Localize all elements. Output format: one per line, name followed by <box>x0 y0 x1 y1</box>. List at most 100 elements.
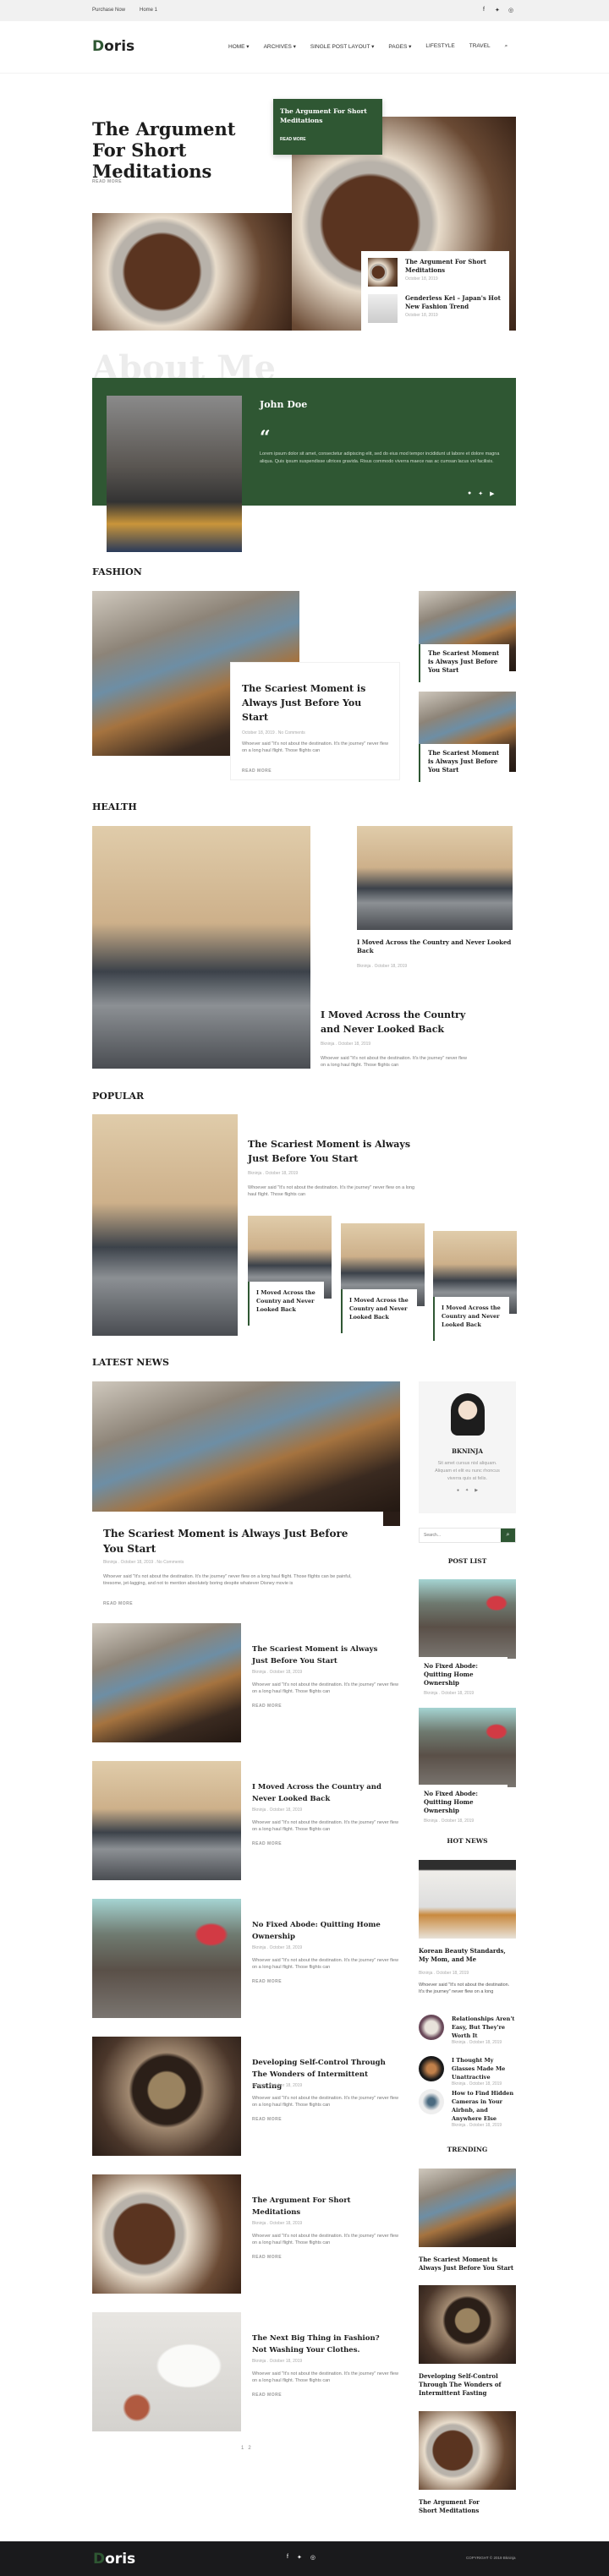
card-title: I Moved Across the Country and Never Loo… <box>341 1289 417 1333</box>
card-read-more[interactable]: READ MORE <box>242 768 388 774</box>
health-main-title[interactable]: I Moved Across the Country and Never Loo… <box>321 1008 481 1036</box>
twitter-icon[interactable]: ✦ <box>478 490 483 497</box>
health-main-image[interactable] <box>92 826 310 1069</box>
nav-lifestyle[interactable]: LIFESTYLE <box>425 43 454 50</box>
post-list-image[interactable] <box>419 1708 516 1787</box>
hero-featured-box[interactable]: The Argument For Short Meditations READ … <box>273 99 382 155</box>
twitter-icon[interactable]: ✦ <box>465 1488 469 1493</box>
health-side-title[interactable]: I Moved Across the Country and Never Loo… <box>357 938 513 955</box>
hot-news-title[interactable]: Korean Beauty Standards, My Mom, and Me <box>419 1947 516 1964</box>
hot-news-item[interactable]: I Thought My Glasses Made Me Unattractiv… <box>419 2056 516 2087</box>
page-1[interactable]: 1 <box>241 2446 244 2451</box>
item-meta: Bkninja . October 18, 2019 <box>252 1670 303 1675</box>
hot-news-item[interactable]: Relationships Aren't Easy, But They're W… <box>419 2015 516 2045</box>
latest-main-image[interactable] <box>92 1381 400 1512</box>
youtube-icon[interactable]: ▶ <box>475 1488 478 1493</box>
item-image <box>92 2312 241 2431</box>
youtube-icon[interactable]: ▶ <box>490 490 494 497</box>
copyright: COPYRIGHT © 2019 Bkninja <box>466 2556 516 2560</box>
popular-main-title[interactable]: The Scariest Moment is Always Just Befor… <box>248 1137 417 1166</box>
side-item-title: The Argument For Short Meditations <box>405 258 487 274</box>
nav-pages[interactable]: PAGES ▾ <box>388 43 411 50</box>
trending-image[interactable] <box>419 2169 516 2247</box>
facebook-icon[interactable]: f <box>483 7 485 13</box>
page-2[interactable]: 2 <box>248 2446 250 2451</box>
facebook-icon[interactable]: ● <box>468 490 471 497</box>
instagram-icon[interactable]: ◎ <box>310 2554 315 2561</box>
item-read-more[interactable]: READ MORE <box>252 2117 282 2122</box>
thumb <box>419 2015 444 2040</box>
card-title: I Moved Across the Country and Never Loo… <box>248 1282 324 1326</box>
nav-single-post-layout[interactable]: SINGLE POST LAYOUT ▾ <box>310 43 375 50</box>
search-button[interactable]: ⌕ <box>501 1529 515 1542</box>
item-read-more[interactable]: READ MORE <box>252 1979 282 1984</box>
featured-read-more[interactable]: READ MORE <box>280 137 376 142</box>
pagination: 12 <box>241 2446 251 2451</box>
logo[interactable]: Doris <box>92 38 134 55</box>
list-item[interactable]: No Fixed Abode: Quitting Home Ownership … <box>92 1899 401 2018</box>
health-side-image[interactable] <box>357 826 513 930</box>
item-read-more[interactable]: READ MORE <box>252 1704 282 1709</box>
list-item[interactable]: The Scariest Moment is Always Just Befor… <box>92 1623 401 1742</box>
post-list-title[interactable]: No Fixed Abode: Quitting Home Ownership <box>419 1785 508 1815</box>
hot-news-image[interactable] <box>419 1860 516 1939</box>
section-heading-fashion: FASHION <box>92 566 142 577</box>
section-heading-popular: POPULAR <box>92 1091 145 1102</box>
popular-card[interactable]: I Moved Across the Country and Never Loo… <box>341 1223 425 1333</box>
post-list-image[interactable] <box>419 1579 516 1659</box>
home-1-link[interactable]: Home 1 <box>140 8 157 13</box>
side-item[interactable]: Genderless Kei – Japan's Hot New Fashion… <box>368 294 502 323</box>
item-read-more[interactable]: READ MORE <box>252 2393 282 2398</box>
main-nav: HOME ▾ ARCHIVES ▾ SINGLE POST LAYOUT ▾ P… <box>228 43 508 50</box>
instagram-icon[interactable]: ◎ <box>508 7 513 14</box>
side-item-title: Genderless Kei – Japan's Hot New Fashion… <box>405 294 501 310</box>
popular-main-image[interactable] <box>92 1114 238 1336</box>
hot-news-excerpt: Whoever said "It's not about the destina… <box>419 1983 510 1994</box>
trending-title[interactable]: Developing Self-Control Through The Wond… <box>419 2372 503 2398</box>
latest-main-read-more[interactable]: READ MORE <box>103 1601 133 1606</box>
fashion-side-title[interactable]: The Scariest Moment is Always Just Befor… <box>419 744 509 782</box>
search-icon[interactable]: ⌕ <box>505 43 508 50</box>
facebook-icon[interactable]: f <box>287 2554 288 2561</box>
profile-social: ● ✦ ▶ <box>419 1488 516 1493</box>
latest-main-title[interactable]: The Scariest Moment is Always Just Befor… <box>103 1526 357 1556</box>
hot-news-item[interactable]: How to Find Hidden Cameras in Your Airbn… <box>419 2089 516 2128</box>
trending-image[interactable] <box>419 2285 516 2364</box>
popular-card[interactable]: I Moved Across the Country and Never Loo… <box>433 1231 517 1341</box>
item-title: The Scariest Moment is Always Just Befor… <box>252 1645 378 1665</box>
trending-title[interactable]: The Argument For Short Meditations <box>419 2498 495 2515</box>
item-read-more[interactable]: READ MORE <box>252 2255 282 2260</box>
nav-home[interactable]: HOME ▾ <box>228 43 250 50</box>
card-excerpt: Whoever said "It's not about the destina… <box>242 741 388 753</box>
popular-card[interactable]: I Moved Across the Country and Never Loo… <box>248 1216 332 1326</box>
nav-archives[interactable]: ARCHIVES ▾ <box>264 43 296 50</box>
item-image <box>92 1899 241 2018</box>
twitter-icon[interactable]: ✦ <box>297 2554 302 2561</box>
hero-read-more[interactable]: READ MORE <box>92 179 122 184</box>
fashion-main-card[interactable]: The Scariest Moment is Always Just Befor… <box>230 662 400 780</box>
item-meta: Bkninja . October 18, 2019 <box>452 2040 502 2045</box>
popular-main-meta: Bkninja . October 18, 2019 <box>248 1171 299 1176</box>
trending-title[interactable]: The Scariest Moment is Always Just Befor… <box>419 2256 516 2272</box>
item-read-more[interactable]: READ MORE <box>252 1841 282 1846</box>
nav-travel[interactable]: TRAVEL <box>469 43 491 50</box>
post-list-title[interactable]: No Fixed Abode: Quitting Home Ownership <box>419 1657 508 1687</box>
purchase-now-link[interactable]: Purchase Now <box>92 8 125 13</box>
trending-image[interactable] <box>419 2411 516 2490</box>
search-input[interactable] <box>420 1529 501 1542</box>
side-item[interactable]: The Argument For Short Meditations Octobe… <box>368 258 502 287</box>
item-title: The Next Big Thing in Fashion? Not Washi… <box>252 2334 380 2354</box>
hero-title[interactable]: The Argument For Short Meditations <box>92 118 261 182</box>
facebook-icon[interactable]: ● <box>457 1488 459 1493</box>
side-item-date: October 18, 2019 <box>405 313 438 318</box>
list-item[interactable]: The Next Big Thing in Fashion? Not Washi… <box>92 2312 401 2431</box>
search-box: ⌕ <box>419 1528 516 1543</box>
footer-logo[interactable]: Doris <box>93 2551 135 2568</box>
list-item[interactable]: Developing Self-Control Through The Wond… <box>92 2037 401 2156</box>
fashion-side-title[interactable]: The Scariest Moment is Always Just Befor… <box>419 644 509 682</box>
twitter-icon[interactable]: ✦ <box>495 7 500 14</box>
footer: Doris f ✦ ◎ COPYRIGHT © 2019 Bkninja <box>0 2541 609 2576</box>
item-title: I Thought My Glasses Made Me Unattractiv… <box>452 2057 506 2081</box>
list-item[interactable]: The Argument For Short Meditations Bknin… <box>92 2174 401 2294</box>
list-item[interactable]: I Moved Across the Country and Never Loo… <box>92 1761 401 1880</box>
